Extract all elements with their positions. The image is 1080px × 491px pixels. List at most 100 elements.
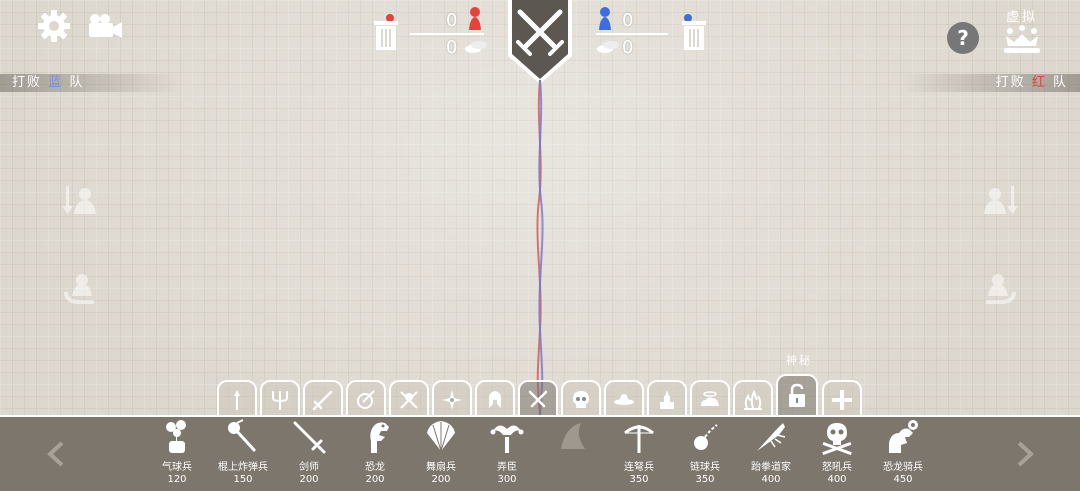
- unit-card[interactable]: 弄臣 300: [474, 419, 540, 485]
- tab-medieval[interactable]: [303, 380, 343, 418]
- battle-start-shield-icon[interactable]: [506, 0, 574, 86]
- unit-cost: 300: [497, 474, 517, 485]
- banner-right-prefix: 打败: [995, 75, 1026, 90]
- crossbow-icon: [621, 419, 657, 455]
- unit-cost: 400: [761, 474, 781, 485]
- banner-left-prefix: 打败: [12, 75, 43, 90]
- shuriken-icon: [442, 390, 462, 410]
- balloon-archer-icon: [159, 419, 195, 455]
- dinosaur-icon: [357, 419, 393, 455]
- jester-icon: [489, 419, 525, 455]
- tab-wild-west[interactable]: [604, 380, 644, 418]
- tab-legacy[interactable]: [647, 380, 687, 418]
- red-coins-icon: [464, 40, 488, 54]
- settings-gear-icon[interactable]: [36, 8, 72, 44]
- banner-right-team: 红: [1031, 75, 1047, 90]
- camera-icon[interactable]: [86, 12, 124, 40]
- banner-right-suffix: 队: [1052, 75, 1068, 90]
- sword-icon: [312, 390, 333, 411]
- unit-name: 连弩兵: [624, 462, 654, 473]
- sandbox-crown-icon[interactable]: [1002, 24, 1042, 54]
- unit-name: 气球兵: [162, 462, 192, 473]
- unit-name: 舞扇兵: [426, 462, 456, 473]
- blue-unit-count: 0: [622, 10, 634, 31]
- unit-list: 气球兵 120 棍上炸弹兵 150 剑师 200 恐龙 200 舞扇兵 200 …: [0, 415, 1080, 491]
- unit-name: 跆拳道家: [751, 462, 791, 473]
- blue-score-divider: [596, 33, 668, 35]
- red-score-divider: [410, 33, 484, 35]
- banner-left-suffix: 队: [69, 75, 85, 90]
- tab-pirate[interactable]: [518, 380, 558, 418]
- unit-card[interactable]: 怒吼兵 400: [804, 419, 870, 485]
- blue-pawn-icon: [596, 6, 614, 32]
- tab-viking[interactable]: [389, 380, 429, 418]
- help-button[interactable]: ?: [947, 22, 979, 54]
- sandbox-label: 虚拟: [1005, 10, 1038, 25]
- flames-icon: [744, 389, 762, 410]
- fan-icon: [423, 419, 459, 455]
- unit-cost: 200: [365, 474, 385, 485]
- taekwondo-kick-icon: [753, 419, 789, 455]
- unit-cost: 350: [695, 474, 715, 485]
- trident-icon: [272, 391, 288, 410]
- banner-left-team: 蓝: [48, 75, 64, 90]
- shield-sword-icon: [357, 390, 375, 409]
- left-team-rotate-icon[interactable]: [62, 182, 98, 218]
- unit-cost: 400: [827, 474, 847, 485]
- unit-card[interactable]: 链球兵 350: [672, 419, 738, 485]
- unit-card[interactable]: 跆拳道家 400: [738, 419, 804, 485]
- crossed-axes-icon: [400, 391, 418, 409]
- dino-rider-icon: [885, 419, 921, 455]
- unit-name: 恐龙: [365, 462, 385, 473]
- tab-custom[interactable]: [822, 380, 862, 418]
- unit-card[interactable]: 恐龙 200: [342, 419, 408, 485]
- tab-secret[interactable]: [776, 374, 818, 418]
- flail-ball-icon: [687, 419, 723, 455]
- halo-cloud-icon: [701, 391, 719, 406]
- left-team-reset-icon[interactable]: [62, 270, 98, 306]
- unit-card[interactable]: 舞扇兵 200: [408, 419, 474, 485]
- unit-card[interactable]: [540, 419, 606, 458]
- tab-renaissance[interactable]: [475, 380, 515, 418]
- plus-icon: [832, 390, 852, 410]
- tab-dynasty[interactable]: [432, 380, 472, 418]
- unit-cost: 120: [167, 474, 187, 485]
- unit-card[interactable]: 连弩兵 350: [606, 419, 672, 485]
- skull-icon: [573, 391, 589, 408]
- cowboy-hat-icon: [614, 394, 634, 405]
- temple-icon: [660, 390, 674, 409]
- tab-tribal[interactable]: [217, 380, 257, 418]
- unit-name: 剑师: [299, 462, 319, 473]
- tab-evil[interactable]: [733, 380, 773, 418]
- swordsman-sword-icon: [291, 419, 327, 455]
- unit-name: 棍上炸弹兵: [218, 462, 268, 473]
- red-unit-count: 0: [446, 10, 458, 31]
- right-team-rotate-icon[interactable]: [982, 182, 1018, 218]
- blue-coins-icon: [596, 40, 620, 54]
- tab-ancient[interactable]: [346, 380, 386, 418]
- unit-name: 弄臣: [497, 462, 517, 473]
- unit-card[interactable]: 气球兵 120: [144, 419, 210, 485]
- red-pawn-icon: [466, 6, 484, 32]
- unit-card[interactable]: 剑师 200: [276, 419, 342, 485]
- clear-red-trash-icon[interactable]: [372, 12, 400, 52]
- unit-name: 链球兵: [690, 462, 720, 473]
- tab-spooky[interactable]: [561, 380, 601, 418]
- clear-blue-trash-icon[interactable]: [680, 12, 708, 52]
- tab-farmer[interactable]: [260, 380, 300, 418]
- tab-good[interactable]: [690, 380, 730, 418]
- unit-card[interactable]: 恐龙骑兵 450: [870, 419, 936, 485]
- unit-name: 怒吼兵: [822, 462, 852, 473]
- right-team-reset-icon[interactable]: [982, 270, 1018, 306]
- unit-name: 恐龙骑兵: [883, 462, 923, 473]
- unlock-icon: [789, 383, 805, 407]
- mystery-tab-label: 神秘: [786, 354, 812, 367]
- unit-cost: 350: [629, 474, 649, 485]
- unit-cost: 200: [431, 474, 451, 485]
- blue-cost-count: 0: [622, 37, 634, 58]
- red-cost-count: 0: [446, 37, 458, 58]
- unit-cost: 450: [893, 474, 913, 485]
- bomb-on-stick-icon: [225, 419, 261, 455]
- unit-cost: 150: [233, 474, 253, 485]
- unit-card[interactable]: 棍上炸弹兵 150: [210, 419, 276, 485]
